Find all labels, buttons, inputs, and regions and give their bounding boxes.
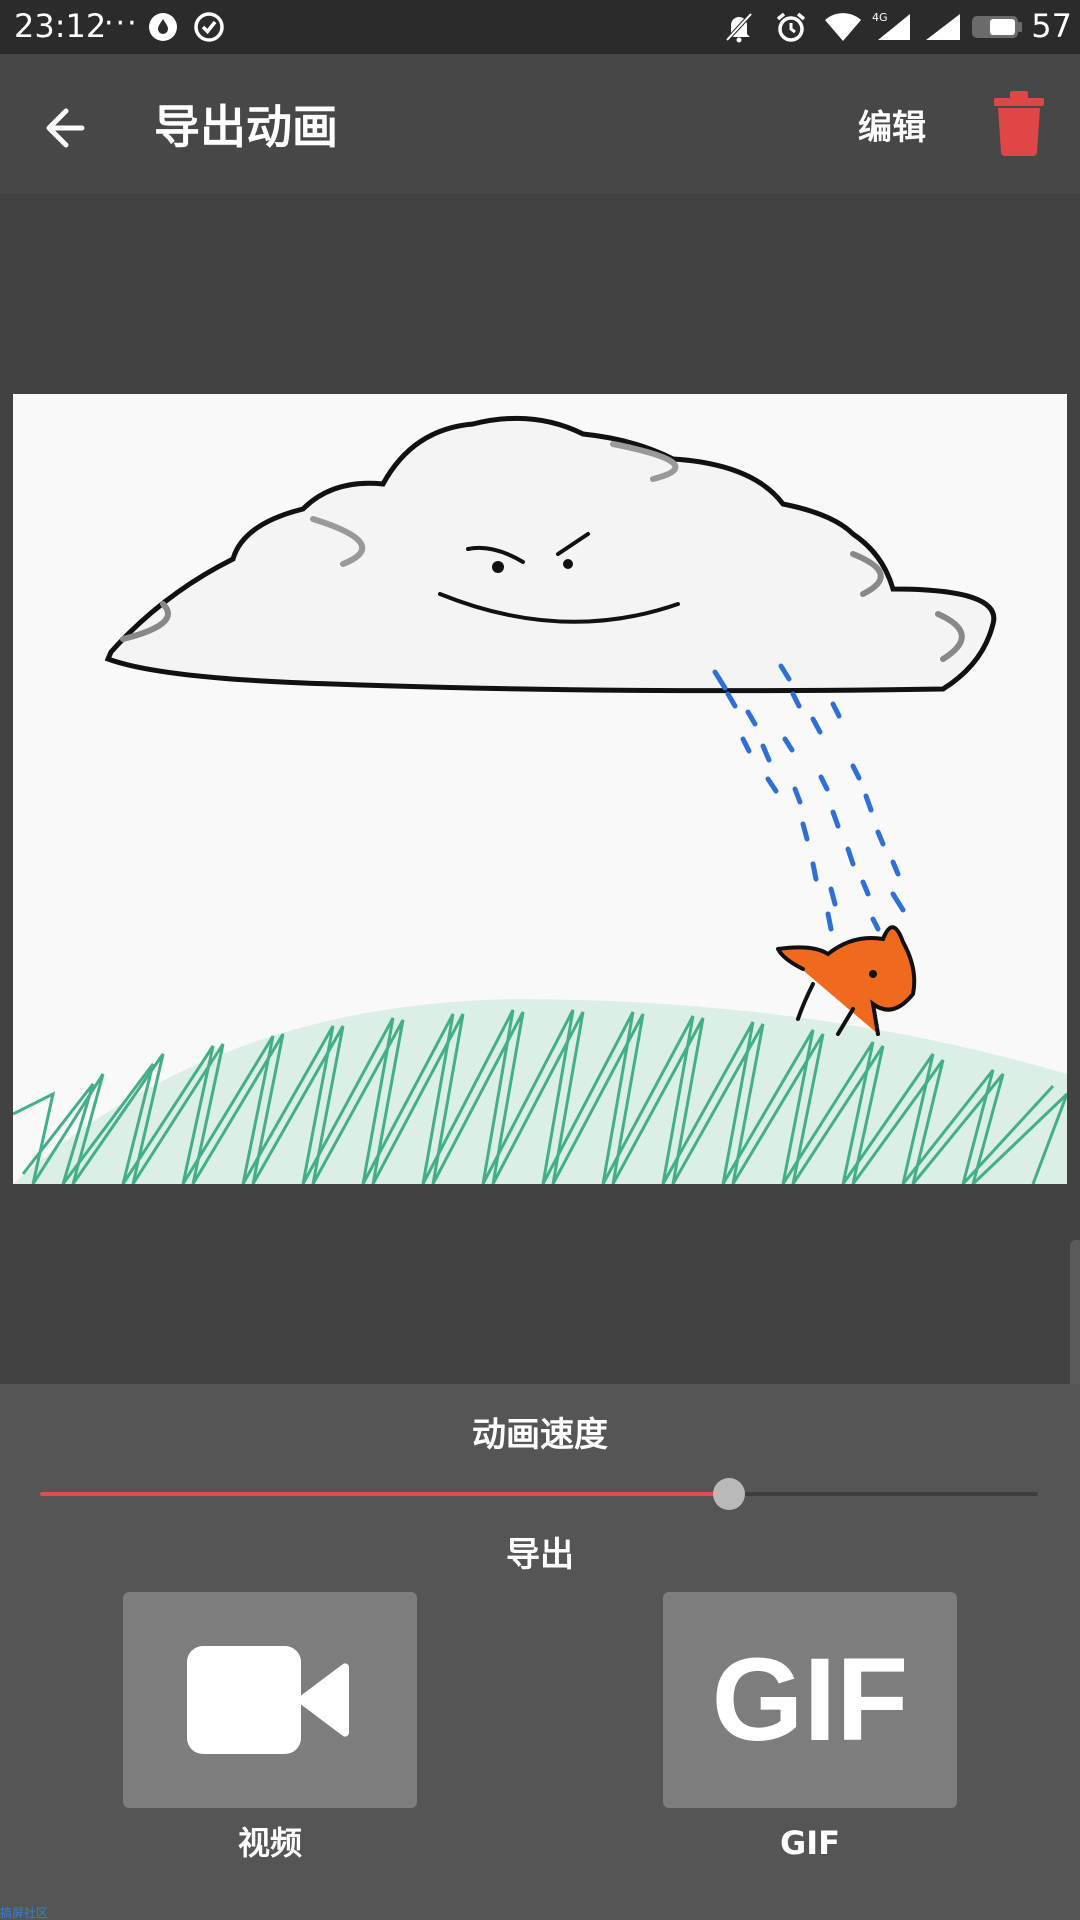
speed-slider[interactable] (40, 1478, 1038, 1510)
delete-button[interactable] (994, 90, 1044, 156)
export-video-label: 视频 (237, 1824, 302, 1862)
status-time: 23:12 (14, 7, 107, 45)
speed-slider-thumb[interactable] (712, 1478, 745, 1510)
bell-off-icon (725, 12, 753, 43)
export-gif-label: GIF (779, 1824, 841, 1862)
status-more-dots: ··· (104, 6, 139, 41)
back-button[interactable] (38, 96, 102, 160)
alarm-icon (776, 12, 806, 42)
trash-icon (994, 91, 1044, 156)
speed-slider-fill (40, 1492, 729, 1496)
app-bar: 导出动画 编辑 (0, 54, 1080, 194)
gif-icon: GIF (711, 1634, 909, 1766)
signal-4g-icon: 4G (872, 11, 910, 40)
edit-button[interactable]: 编辑 (858, 98, 926, 158)
battery-level: 57 (1031, 7, 1072, 45)
video-camera-icon (187, 1646, 350, 1754)
check-circle-icon (194, 12, 224, 42)
arrow-left-icon (46, 108, 85, 148)
wifi-icon (825, 13, 861, 41)
export-video-button[interactable] (123, 1592, 417, 1808)
signal-icon (926, 14, 960, 40)
animation-preview-image (13, 394, 1067, 1184)
svg-text:4G: 4G (872, 11, 888, 24)
page-title: 导出动画 (154, 100, 338, 154)
status-bar: 23:12 ··· 4G 57 (0, 0, 1080, 54)
watermark: 搞屏社区 (0, 1906, 49, 1920)
battery-icon (972, 16, 1022, 38)
water-drop-icon (149, 13, 177, 41)
speed-label: 动画速度 (472, 1415, 608, 1455)
export-label: 导出 (506, 1535, 574, 1575)
export-gif-button[interactable]: GIF (663, 1592, 957, 1808)
